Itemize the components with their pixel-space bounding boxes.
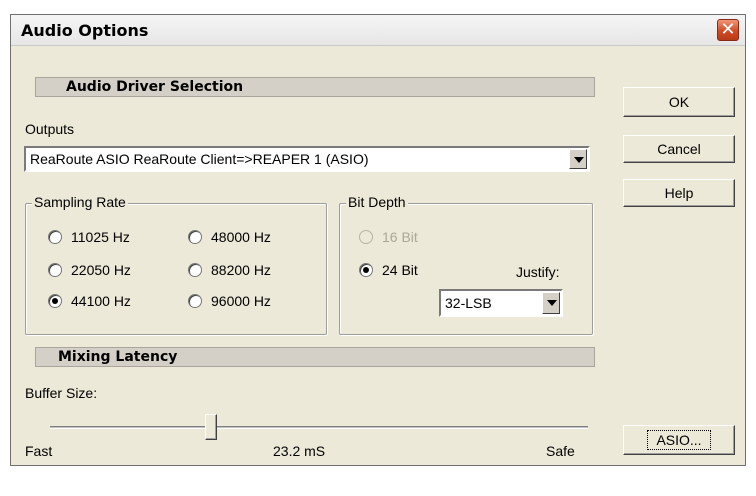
chevron-down-icon[interactable] <box>569 149 587 169</box>
justify-value: 32-LSB <box>445 295 492 311</box>
radio-22050[interactable]: 22050 Hz <box>48 262 131 278</box>
outputs-label: Outputs <box>25 121 75 137</box>
cancel-button[interactable]: Cancel <box>623 135 735 163</box>
outputs-dropdown[interactable]: ReaRoute ASIO ReaRoute Client=>REAPER 1 … <box>24 146 590 172</box>
radio-button-selected[interactable] <box>359 263 373 277</box>
audio-driver-selection-header: Audio Driver Selection <box>35 77 595 97</box>
section-label: Audio Driver Selection <box>66 79 244 95</box>
buffer-size-slider-thumb[interactable] <box>205 414 218 440</box>
radio-label: 44100 Hz <box>71 293 131 309</box>
radio-button[interactable] <box>188 263 202 277</box>
radio-96000[interactable]: 96000 Hz <box>188 293 271 309</box>
radio-button[interactable] <box>188 294 202 308</box>
radio-24-bit[interactable]: 24 Bit <box>359 262 418 278</box>
justify-label: Justify: <box>516 264 560 280</box>
radio-label: 22050 Hz <box>71 262 131 278</box>
cancel-label: Cancel <box>657 141 701 157</box>
chevron-down-icon[interactable] <box>542 292 560 314</box>
radio-button[interactable] <box>48 230 62 244</box>
ok-label: OK <box>668 94 690 110</box>
radio-label: 48000 Hz <box>211 229 271 245</box>
radio-button-selected[interactable] <box>48 294 62 308</box>
title-bar[interactable]: Audio Options ✕ <box>11 15 745 46</box>
ok-button[interactable]: OK <box>623 87 735 117</box>
justify-dropdown[interactable]: 32-LSB <box>439 289 563 317</box>
asio-button[interactable]: ASIO... <box>623 425 735 455</box>
radio-label: 24 Bit <box>382 262 418 278</box>
section-label: Mixing Latency <box>58 349 178 365</box>
help-button[interactable]: Help <box>623 179 735 207</box>
buffer-size-label: Buffer Size: <box>25 385 98 401</box>
radio-16-bit: 16 Bit <box>359 229 418 245</box>
help-label: Help <box>664 185 694 201</box>
radio-button[interactable] <box>188 230 202 244</box>
radio-label: 16 Bit <box>382 229 418 245</box>
radio-label: 88200 Hz <box>211 262 271 278</box>
close-icon: ✕ <box>720 19 736 40</box>
buffer-size-slider-track[interactable] <box>50 426 588 429</box>
radio-button[interactable] <box>48 263 62 277</box>
radio-label: 96000 Hz <box>211 293 271 309</box>
sampling-rate-label: Sampling Rate <box>32 194 128 210</box>
asio-label: ASIO... <box>647 430 711 450</box>
radio-48000[interactable]: 48000 Hz <box>188 229 271 245</box>
radio-label: 11025 Hz <box>71 229 130 245</box>
outputs-value: ReaRoute ASIO ReaRoute Client=>REAPER 1 … <box>30 151 369 167</box>
mixing-latency-header: Mixing Latency <box>35 347 595 367</box>
radio-88200[interactable]: 88200 Hz <box>188 262 271 278</box>
latency-value: 23.2 mS <box>273 443 326 459</box>
close-button[interactable]: ✕ <box>717 19 739 41</box>
window-title: Audio Options <box>21 21 149 40</box>
safe-label: Safe <box>546 443 575 459</box>
radio-button <box>359 230 373 244</box>
fast-label: Fast <box>25 443 53 459</box>
radio-44100[interactable]: 44100 Hz <box>48 293 131 309</box>
radio-11025[interactable]: 11025 Hz <box>48 229 130 245</box>
audio-options-dialog: Audio Options ✕ Audio Driver Selection O… <box>10 14 746 466</box>
bit-depth-label: Bit Depth <box>346 194 408 210</box>
